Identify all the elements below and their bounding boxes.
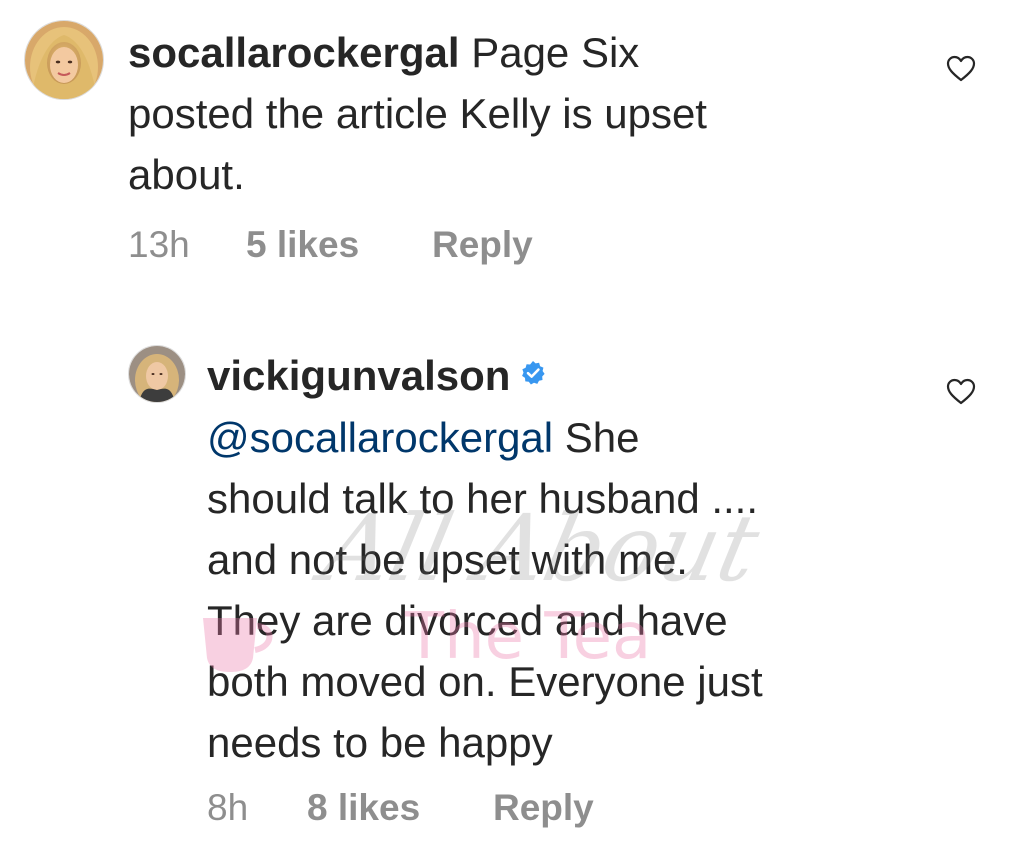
username[interactable]: socallarockergal: [128, 29, 460, 76]
comment-body: socallarockergal Page Six: [128, 22, 639, 83]
reply-button[interactable]: Reply: [432, 224, 533, 266]
comment-text-line1: Page Six: [459, 29, 640, 76]
likes-count[interactable]: 8 likes: [307, 787, 493, 829]
comment-meta: 13h 5 likes Reply: [128, 224, 533, 266]
comment-meta: 8h 8 likes Reply: [207, 787, 594, 829]
comment-text-line3: about.: [128, 151, 245, 198]
avatar[interactable]: [24, 20, 104, 100]
timestamp: 13h: [128, 224, 190, 265]
likes-count[interactable]: 5 likes: [246, 224, 432, 266]
comment-text-line6: needs to be happy: [207, 719, 553, 766]
comment-header: vickigunvalson: [207, 345, 546, 406]
heart-outline-icon[interactable]: [946, 378, 976, 405]
comment-2: vickigunvalson @socallarockergal She sho…: [0, 290, 1016, 845]
heart-outline-icon[interactable]: [946, 55, 976, 82]
comment-1: socallarockergal Page Six posted the art…: [0, 0, 1016, 290]
comment-text-line1: @socallarockergal She: [207, 407, 640, 468]
comment-text-line2: posted the article Kelly is upset: [128, 90, 707, 137]
username[interactable]: vickigunvalson: [207, 352, 510, 399]
comment-text: She: [553, 414, 640, 461]
reply-button[interactable]: Reply: [493, 787, 594, 829]
comment-text-line5: both moved on. Everyone just: [207, 658, 763, 705]
avatar[interactable]: [128, 345, 186, 403]
comment-text-line3: and not be upset with me.: [207, 536, 688, 583]
comment-text-line2: should talk to her husband ....: [207, 475, 759, 522]
comment-text-line4: They are divorced and have: [207, 597, 728, 644]
verified-badge-icon: [520, 360, 546, 386]
mention-link[interactable]: @socallarockergal: [207, 414, 553, 461]
timestamp: 8h: [207, 787, 249, 828]
